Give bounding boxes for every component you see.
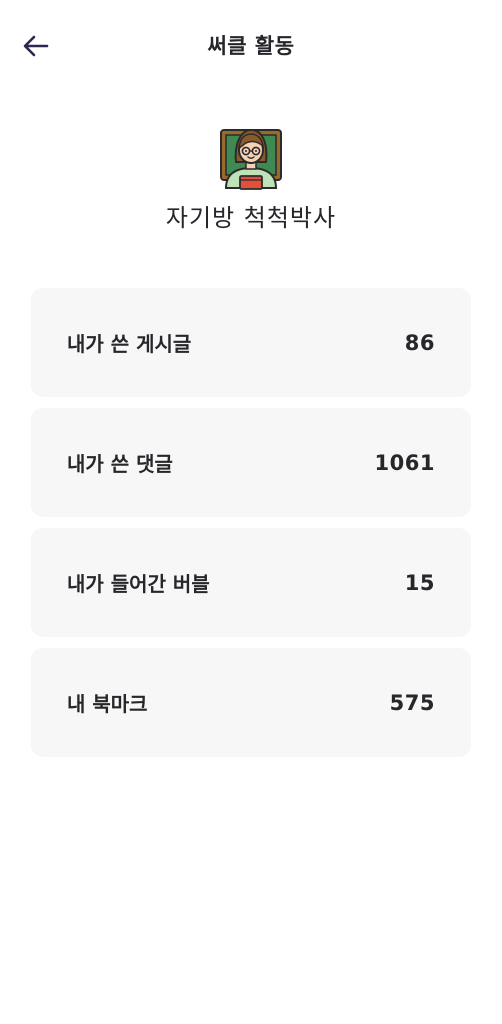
stat-card-my-comments[interactable]: 내가 쓴 댓글 1061 [31,408,471,517]
stat-label: 내가 쓴 게시글 [67,332,192,356]
stat-value: 1061 [374,450,435,475]
activity-stats-list: 내가 쓴 게시글 86 내가 쓴 댓글 1061 내가 들어간 버블 15 내 … [31,288,471,768]
stat-card-joined-bubbles[interactable]: 내가 들어간 버블 15 [31,528,471,637]
stat-value: 86 [404,330,435,355]
page-title: 써클 활동 [207,34,295,58]
stat-label: 내 북마크 [67,692,148,716]
stat-value: 15 [404,570,435,595]
stat-card-my-posts[interactable]: 내가 쓴 게시글 86 [31,288,471,397]
stat-value: 575 [389,690,435,715]
stat-label: 내가 쓴 댓글 [67,452,173,476]
avatar [216,124,286,190]
profile-name: 자기방 척척박사 [165,204,337,232]
stat-label: 내가 들어간 버블 [67,572,210,596]
stat-card-my-bookmarks[interactable]: 내 북마크 575 [31,648,471,757]
circle-activity-screen: 써클 활동 자기방 척척박사 내가 쓴 게시글 86 내가 쓴 댓글 1061 … [0,0,502,1024]
avatar-icon [220,128,282,190]
header: 써클 활동 [0,0,502,92]
